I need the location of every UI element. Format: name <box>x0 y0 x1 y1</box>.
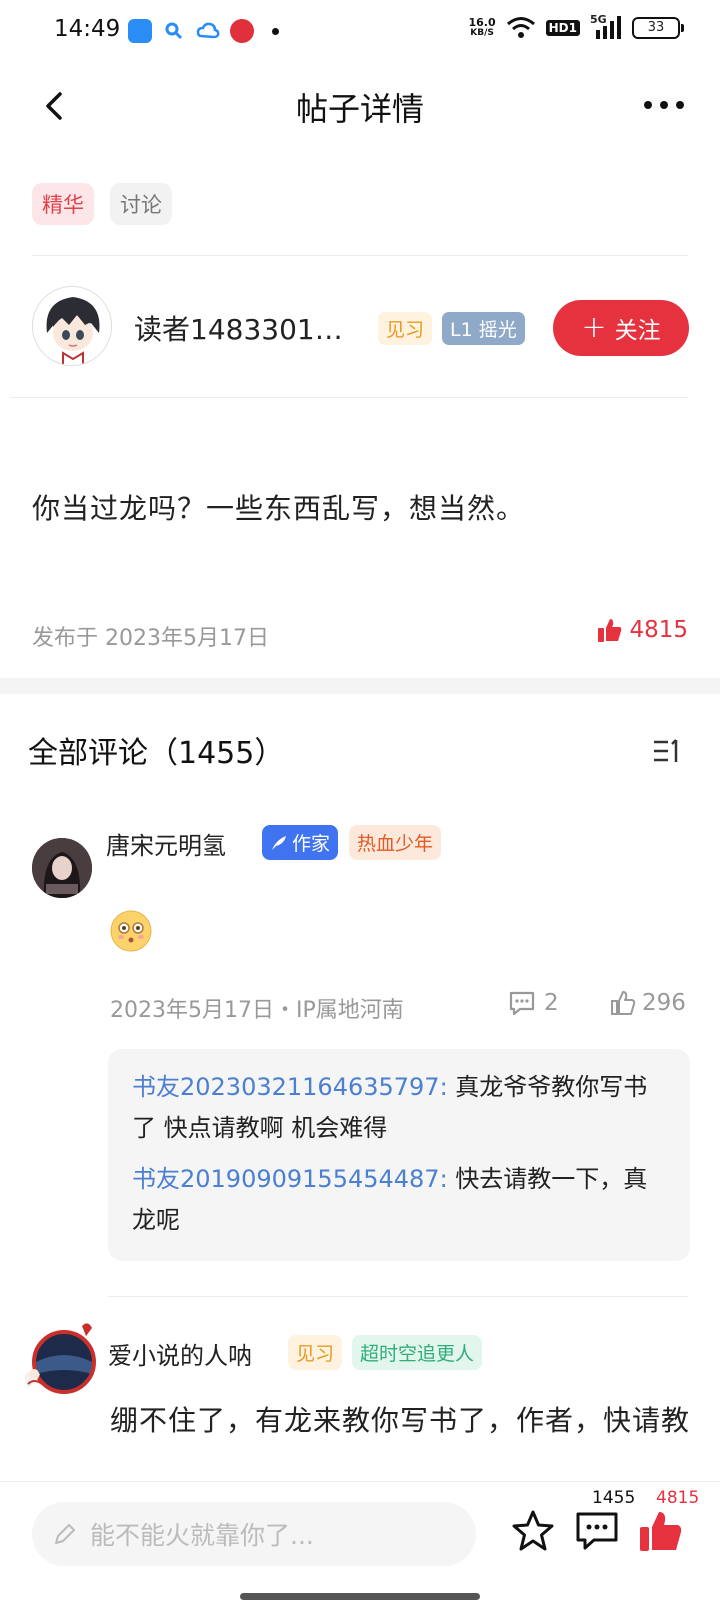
comment-icon <box>509 991 535 1016</box>
page-title: 帖子详情 <box>295 90 424 128</box>
thumbs-up-outline-icon <box>611 991 636 1015</box>
comment-count: 1455 <box>592 1488 636 1508</box>
bottom-action-bar: 能不能火就靠你了... 1455 4815 <box>0 1481 720 1612</box>
comment-input[interactable]: 能不能火就靠你了... <box>32 1502 476 1566</box>
plus-icon: + <box>581 310 607 345</box>
reply-user[interactable]: 书友20230321164635797: <box>132 1073 448 1101</box>
search-notification-icon <box>165 22 183 40</box>
more-icon[interactable] <box>642 90 686 120</box>
reply-thread[interactable]: 书友20230321164635797: 真龙爷爷教你写书了 快点请教啊 机会难… <box>108 1049 690 1261</box>
comments-title: 全部评论（1455） <box>28 736 285 771</box>
post-tags: 精华 讨论 <box>32 183 172 225</box>
commenter-name[interactable]: 唐宋元明氢 <box>106 826 226 861</box>
top-nav: 帖子详情 <box>0 70 720 140</box>
section-separator <box>0 678 720 694</box>
reply-user[interactable]: 书友20190909155454487: <box>132 1165 448 1193</box>
pencil-icon <box>55 1524 75 1544</box>
sort-icon[interactable] <box>652 738 682 764</box>
tag-discuss[interactable]: 讨论 <box>110 183 172 225</box>
home-indicator[interactable] <box>240 1593 480 1600</box>
comment-text: 绷不住了，有龙来教你写书了，作者，快请教 <box>110 1404 691 1437</box>
post-like-count: 4815 <box>629 617 688 643</box>
comment-like-count: 296 <box>642 990 686 1016</box>
feather-icon <box>272 835 286 850</box>
follow-button[interactable]: + 关注 <box>553 300 689 356</box>
comment-icon[interactable] <box>574 1508 620 1554</box>
reply-item[interactable]: 书友20190909155454487: 快去请教一下，真龙呢 <box>132 1159 666 1241</box>
commenter-avatar[interactable] <box>22 1318 106 1402</box>
more-notifications-dot <box>272 28 279 35</box>
status-time: 14:49 <box>54 16 121 42</box>
signal-icon: 5G <box>590 13 622 40</box>
divider <box>108 1296 688 1297</box>
app-notification-icon <box>128 19 152 43</box>
battery-icon: 33 <box>632 17 684 39</box>
level-badge: 见习 <box>378 312 433 345</box>
writer-badge: 作家 <box>262 825 339 860</box>
title-badge: 热血少年 <box>349 825 442 860</box>
divider <box>10 397 688 398</box>
commenter-avatar[interactable] <box>32 838 92 898</box>
like-count: 4815 <box>656 1488 700 1508</box>
star-icon[interactable] <box>510 1508 556 1554</box>
rank-badge: L1 摇光 <box>442 312 525 345</box>
post-date: 发布于 2023年5月17日 <box>32 626 269 651</box>
status-indicators: 16.0 KB/S HD1 5G 33 <box>468 13 684 40</box>
post-content: 你当过龙吗？一些东西乱写，想当然。 <box>32 492 526 525</box>
comment-meta: 2023年5月17日・IP属地河南 <box>110 998 404 1023</box>
dizzy-face-emoji-icon <box>110 910 152 952</box>
author-avatar[interactable] <box>32 286 112 366</box>
thumbs-up-icon[interactable] <box>638 1508 684 1554</box>
follow-label: 关注 <box>614 318 661 344</box>
status-bar: 14:49 16.0 KB/S HD1 5G 33 <box>0 0 720 66</box>
commenter-name[interactable]: 爱小说的人呐 <box>108 1336 252 1371</box>
post-like-button[interactable]: 4815 <box>597 617 688 643</box>
red-app-notification-icon <box>230 19 254 43</box>
comment-like-button[interactable]: 296 <box>610 990 686 1016</box>
tag-essence[interactable]: 精华 <box>32 183 94 225</box>
reply-button[interactable]: 2 <box>508 990 559 1016</box>
cloud-notification-icon <box>196 22 220 39</box>
wifi-icon <box>506 17 535 38</box>
thumbs-up-icon <box>598 619 622 642</box>
level-badge: 见习 <box>288 1335 343 1370</box>
network-speed: 16.0 KB/S <box>468 16 496 38</box>
hd-icon: HD1 <box>545 20 580 36</box>
author-name[interactable]: 读者1483301… <box>134 308 343 348</box>
title-badge: 超时空追更人 <box>352 1335 483 1370</box>
divider <box>32 255 688 256</box>
comment-input-placeholder: 能不能火就靠你了... <box>90 1521 314 1550</box>
reply-count: 2 <box>544 990 559 1016</box>
reply-item[interactable]: 书友20230321164635797: 真龙爷爷教你写书了 快点请教啊 机会难… <box>132 1067 666 1149</box>
